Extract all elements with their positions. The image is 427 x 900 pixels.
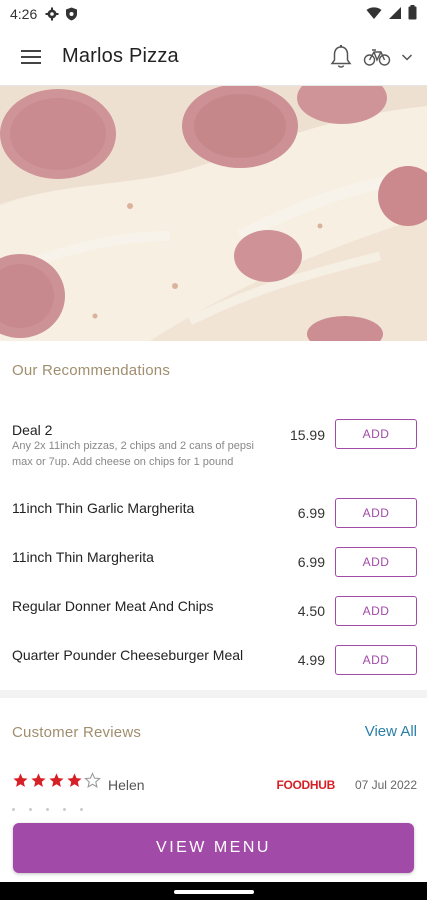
status-time: 4:26	[10, 6, 38, 22]
hamburger-menu-icon[interactable]	[0, 28, 62, 86]
bell-icon[interactable]	[329, 44, 353, 70]
review-date: 07 Jul 2022	[354, 778, 417, 792]
wifi-icon	[366, 6, 382, 23]
signal-icon	[388, 6, 402, 23]
star-filled-icon	[49, 773, 64, 787]
item-description: Any 2x 11inch pizzas, 2 chips and 2 cans…	[12, 440, 254, 468]
add-button[interactable]: ADD	[335, 596, 417, 626]
item-price: 6.99	[297, 554, 325, 570]
restaurant-title: Marlos Pizza	[62, 45, 179, 67]
reviewer-name: Helen	[108, 777, 145, 793]
item-price: 4.50	[297, 603, 325, 619]
section-divider	[0, 690, 427, 698]
star-filled-icon	[13, 773, 28, 787]
add-button[interactable]: ADD	[335, 547, 417, 577]
add-button[interactable]: ADD	[335, 645, 417, 675]
item-name: 11inch Thin Garlic Margherita	[12, 500, 195, 516]
gear-icon	[45, 7, 59, 21]
review-stars-partial	[12, 808, 83, 811]
item-price: 6.99	[297, 505, 325, 521]
home-gesture-handle[interactable]	[174, 890, 254, 894]
foodhub-logo: FOODHUB	[276, 778, 335, 792]
menu-item: 11inch Thin Margherita 6.99 ADD	[0, 546, 427, 578]
status-right	[366, 5, 417, 23]
chevron-down-icon[interactable]	[401, 52, 413, 62]
star-filled-icon	[31, 773, 46, 787]
bicycle-icon[interactable]	[363, 47, 391, 67]
menu-item: Regular Donner Meat And Chips 4.50 ADD	[0, 595, 427, 627]
rating-stars	[12, 772, 101, 789]
star-filled-icon	[67, 773, 82, 787]
hero-pizza-image	[0, 86, 427, 341]
screen: 4:26 Marlos Pizza Our Recommendations De…	[0, 0, 427, 900]
star-empty-icon	[84, 772, 101, 788]
menu-item: Deal 2 Any 2x 11inch pizzas, 2 chips and…	[0, 418, 427, 488]
shield-icon	[65, 7, 78, 21]
add-button[interactable]: ADD	[335, 419, 417, 449]
item-price: 15.99	[289, 427, 325, 443]
add-button[interactable]: ADD	[335, 498, 417, 528]
menu-item: Quarter Pounder Cheeseburger Meal 4.99 A…	[0, 644, 427, 676]
status-bar: 4:26	[0, 0, 427, 28]
menu-item: 11inch Thin Garlic Margherita 6.99 ADD	[0, 497, 427, 529]
item-name: Regular Donner Meat And Chips	[12, 598, 214, 614]
app-bar-actions	[329, 44, 427, 70]
item-name: 11inch Thin Margherita	[12, 549, 154, 565]
review-row: Helen FOODHUB 07 Jul 2022	[12, 772, 417, 796]
recommendations-title: Our Recommendations	[12, 362, 171, 379]
item-name: Quarter Pounder Cheeseburger Meal	[12, 647, 244, 663]
view-menu-button[interactable]: VIEW MENU	[13, 823, 414, 873]
view-all-reviews-link[interactable]: View All	[365, 723, 417, 740]
item-price: 4.99	[297, 652, 325, 668]
battery-icon	[408, 5, 417, 23]
item-name: Deal 2	[12, 422, 53, 438]
system-nav-bar	[0, 882, 427, 900]
reviews-title: Customer Reviews	[12, 724, 142, 741]
app-bar: Marlos Pizza	[0, 28, 427, 86]
